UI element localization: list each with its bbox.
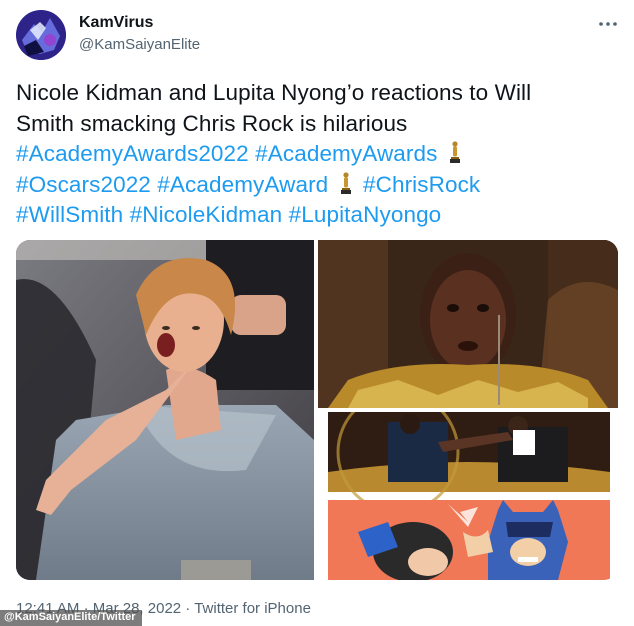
image-credit: @KamSaiyanElite/Twitter xyxy=(0,610,142,626)
user-display-name[interactable]: KamVirus xyxy=(79,14,153,32)
slap-and-comic-photo[interactable] xyxy=(318,412,618,580)
meta-separator: · xyxy=(185,600,191,617)
hashtag-chrisrock[interactable]: #ChrisRock xyxy=(363,172,480,197)
media-grid xyxy=(16,240,618,580)
hashtag-academyawards2022[interactable]: #AcademyAwards2022 xyxy=(16,141,249,166)
nicole-kidman-photo[interactable] xyxy=(16,240,314,580)
user-handle[interactable]: @KamSaiyanElite xyxy=(79,36,200,53)
avatar-image-icon xyxy=(16,10,66,60)
hashtag-nicolekidman[interactable]: #NicoleKidman xyxy=(130,202,283,227)
hashtag-academyaward[interactable]: #AcademyAward xyxy=(157,172,328,197)
tweet-text-line-4: #Oscars2022 #AcademyAward #ChrisRock xyxy=(16,170,620,201)
oscar-trophy-icon xyxy=(339,171,353,195)
tweet-card: KamVirus @KamSaiyanElite Nicole Kidman a… xyxy=(0,0,634,626)
batman-slap-comic-photo xyxy=(328,500,610,580)
tweet-text-line-1: Nicole Kidman and Lupita Nyong’o reactio… xyxy=(16,80,532,105)
avatar[interactable] xyxy=(16,10,66,60)
tweet-text: Nicole Kidman and Lupita Nyong’o reactio… xyxy=(16,78,620,231)
tweet-text-line-3: #AcademyAwards2022 #AcademyAwards xyxy=(16,139,620,170)
hashtag-willsmith[interactable]: #WillSmith xyxy=(16,202,123,227)
more-horizontal-icon[interactable] xyxy=(598,14,618,34)
tweet-source[interactable]: Twitter for iPhone xyxy=(194,600,311,617)
hashtag-oscars2022[interactable]: #Oscars2022 xyxy=(16,172,151,197)
tweet-text-line-5: #WillSmith #NicoleKidman #LupitaNyongo xyxy=(16,200,620,231)
oscar-trophy-icon xyxy=(448,140,462,164)
tweet-text-line-2: Smith smacking Chris Rock is hilarious xyxy=(16,110,408,136)
hashtag-lupitanyongo[interactable]: #LupitaNyongo xyxy=(289,202,442,227)
hashtag-academyawards[interactable]: #AcademyAwards xyxy=(255,141,437,166)
lupita-nyongo-photo[interactable] xyxy=(318,240,618,408)
